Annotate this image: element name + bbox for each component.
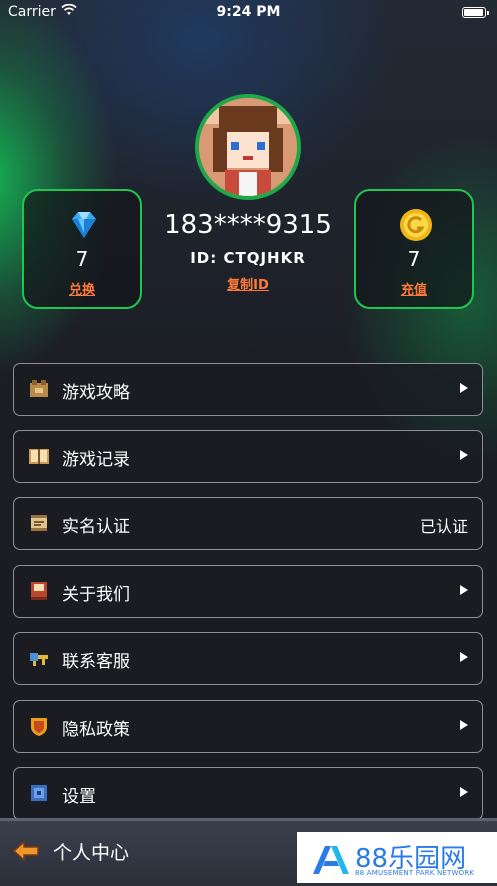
gems-card: 7 兑换 [22,189,142,309]
menu-item-privacy-policy[interactable]: 隐私政策 [13,700,483,753]
menu-item-settings[interactable]: 设置 [13,767,483,820]
menu-item-about-us[interactable]: 关于我们 [13,565,483,618]
menu-item-game-guide[interactable]: 游戏攻略 [13,363,483,416]
battery-icon [462,7,489,18]
menu-label: 设置 [62,787,96,807]
phone-number: 183****9315 [164,210,332,240]
menu-label: 实名认证 [62,517,130,537]
menu-label: 游戏攻略 [62,383,130,403]
recharge-link[interactable]: 充值 [356,279,472,298]
menu-item-customer-service[interactable]: 联系客服 [13,632,483,685]
chevron-right-icon [460,383,468,393]
back-arrow-icon[interactable] [12,839,40,863]
menu-label: 联系客服 [62,652,130,672]
chevron-right-icon [460,450,468,460]
shield-icon [31,718,47,736]
avatar-pixel-art [199,98,297,196]
info-book-icon [31,582,47,600]
menu-label: 关于我们 [62,585,130,605]
menu-item-real-name-verification[interactable]: 实名认证 已认证 [13,497,483,550]
clock: 9:24 PM [216,4,281,20]
guide-icon [30,380,48,397]
coins-card: 7 充值 [354,189,474,309]
service-icon [30,653,48,666]
chevron-right-icon [460,585,468,595]
book-icon [29,449,49,464]
coin-icon [400,209,432,241]
watermark: 88乐园网 88 AMUSEMENT PARK NETWORK [297,832,497,883]
user-id: ID: CTQJHKR [190,249,306,267]
menu-label: 隐私政策 [62,720,130,740]
chevron-right-icon [460,652,468,662]
verification-status: 已认证 [419,517,468,536]
chevron-right-icon [460,787,468,797]
menu-item-game-records[interactable]: 游戏记录 [13,430,483,483]
gem-icon [72,212,96,238]
chevron-right-icon [460,720,468,730]
exchange-link[interactable]: 兑换 [24,279,140,298]
avatar[interactable] [195,94,301,200]
menu-label: 游戏记录 [62,450,130,470]
scroll-icon [31,515,47,531]
watermark-tagline: 88 AMUSEMENT PARK NETWORK [355,869,475,877]
coins-count: 7 [407,247,421,271]
copy-id-link[interactable]: 复制ID [148,274,348,293]
gems-count: 7 [75,247,89,271]
settings-icon [31,785,47,801]
status-bar: Carrier 9:24 PM [0,0,497,26]
watermark-logo-icon [313,846,349,874]
page-title: 个人中心 [53,842,130,864]
